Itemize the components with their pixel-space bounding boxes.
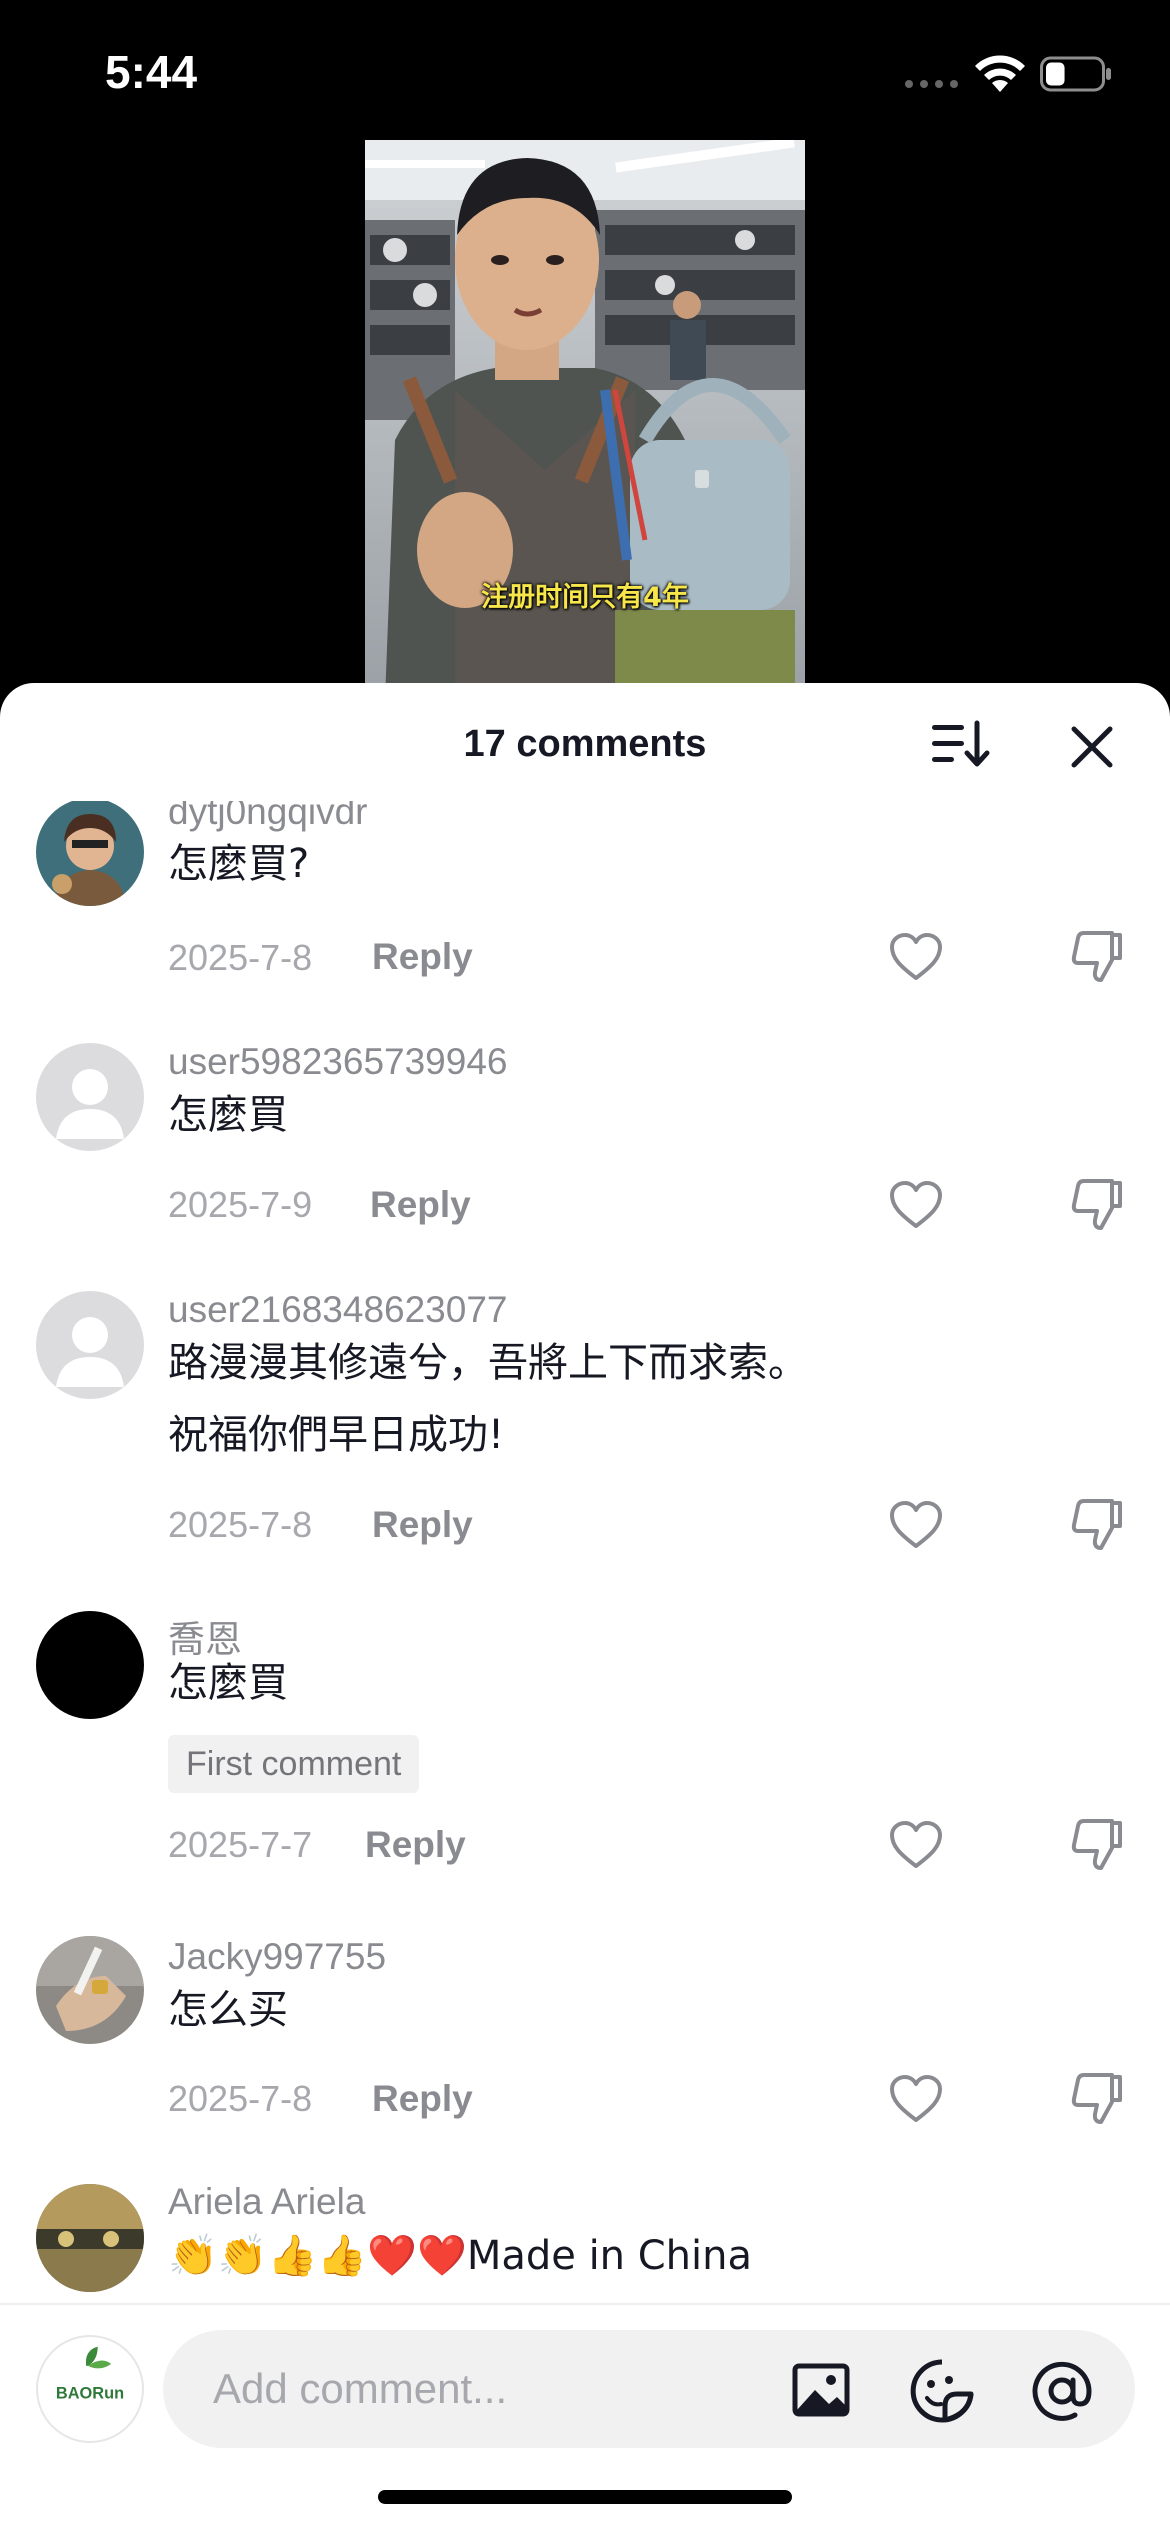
reply-button[interactable]: Reply xyxy=(372,1504,473,1546)
first-comment-badge: First comment xyxy=(168,1735,420,1793)
comment-username[interactable]: Ariela Ariela xyxy=(168,2181,365,2223)
avatar[interactable] xyxy=(36,1611,144,1719)
status-bar: 5:44 xyxy=(0,0,1170,140)
status-time: 5:44 xyxy=(105,46,198,98)
video-frame xyxy=(365,140,805,700)
default-avatar-icon xyxy=(36,1291,144,1399)
home-indicator xyxy=(378,2490,792,2504)
comment-date: 2025-7-8 xyxy=(168,2078,313,2119)
comment-line: 路漫漫其修遠兮，吾將上下而求索。 xyxy=(168,1340,808,1386)
comment-line: 怎麼買 xyxy=(168,1092,288,1138)
dislike-icon[interactable] xyxy=(1068,2070,1124,2126)
heart-icon[interactable] xyxy=(888,2073,944,2125)
landscape-avatar-icon xyxy=(36,2184,144,2292)
avatar[interactable] xyxy=(36,1291,144,1399)
video-caption: 注册时间只有4年 xyxy=(481,582,689,613)
comment-date: 2025-7-8 xyxy=(168,1504,313,1545)
mention-icon[interactable] xyxy=(1029,2358,1095,2424)
ring-photo-avatar-icon xyxy=(36,1936,144,2044)
comment-text: 怎么买 xyxy=(168,1974,288,2046)
comment-date: 2025-7-8 xyxy=(168,937,313,978)
comment-text: 怎麼買 xyxy=(168,1647,288,1719)
dislike-icon[interactable] xyxy=(1068,1496,1124,1552)
comment-date: 2025-7-9 xyxy=(168,1184,313,1225)
sticker-emoji-icon[interactable] xyxy=(909,2358,975,2424)
avatar[interactable] xyxy=(36,1043,144,1151)
heart-icon[interactable] xyxy=(888,1819,944,1871)
image-icon[interactable] xyxy=(791,2362,851,2418)
avatar[interactable] xyxy=(36,2184,144,2292)
comment-username[interactable]: user5982365739946 xyxy=(168,1041,508,1083)
cartoon-avatar-icon xyxy=(36,801,144,906)
comment-text: 怎麼買 xyxy=(168,1079,288,1151)
comment-text: 怎麼買? xyxy=(168,828,309,900)
reply-button[interactable]: Reply xyxy=(372,936,473,978)
comment-line: 怎么买 xyxy=(168,1987,288,2033)
default-avatar-icon xyxy=(36,1043,144,1151)
comment-text: 👏👏👍👍❤️❤️Made in China xyxy=(168,2220,752,2292)
comments-sheet: 17 comments dytj0ngqivdr 怎麼買? 2025-7-8 R… xyxy=(0,683,1170,2532)
sort-icon[interactable] xyxy=(930,719,990,771)
comments-count-title: 17 comments xyxy=(463,723,707,765)
black-avatar-icon xyxy=(36,1611,144,1719)
avatar[interactable] xyxy=(36,1936,144,2044)
reply-button[interactable]: Reply xyxy=(370,1184,471,1226)
wifi-icon xyxy=(975,55,1025,92)
dislike-icon[interactable] xyxy=(1068,1816,1124,1872)
battery-icon xyxy=(1040,56,1111,92)
comment-line: 怎麼買 xyxy=(168,1660,288,1706)
dislike-icon[interactable] xyxy=(1068,928,1124,984)
close-icon[interactable] xyxy=(1068,723,1116,771)
heart-icon[interactable] xyxy=(888,931,944,983)
avatar-logo-text: BAORun xyxy=(56,2385,124,2403)
comment-line: 怎麼買? xyxy=(168,841,310,887)
avatar[interactable] xyxy=(36,801,144,906)
my-avatar[interactable]: BAORun xyxy=(36,2335,144,2443)
cellular-signal-icon xyxy=(905,80,958,88)
heart-icon[interactable] xyxy=(888,1499,944,1551)
reply-button[interactable]: Reply xyxy=(365,1824,466,1866)
reply-button[interactable]: Reply xyxy=(372,2078,473,2120)
add-comment-input[interactable] xyxy=(213,2330,733,2448)
baorun-logo-icon: BAORun xyxy=(56,2346,124,2403)
comment-line: 祝福你們早日成功! xyxy=(168,1412,505,1458)
dislike-icon[interactable] xyxy=(1068,1176,1124,1232)
video-player[interactable]: 注册时间只有4年 xyxy=(365,140,805,700)
comments-list[interactable]: dytj0ngqivdr 怎麼買? 2025-7-8 Reply user598… xyxy=(0,801,1170,2304)
comment-composer: BAORun xyxy=(0,2303,1170,2532)
comments-header: 17 comments xyxy=(0,683,1170,801)
comment-text: 路漫漫其修遠兮，吾將上下而求索。 祝福你們早日成功! xyxy=(168,1327,808,1471)
comment-input-container[interactable] xyxy=(163,2330,1135,2448)
comment-username[interactable]: user2168348623077 xyxy=(168,1289,508,1331)
heart-icon[interactable] xyxy=(888,1179,944,1231)
comment-username[interactable]: Jacky997755 xyxy=(168,1936,386,1978)
comment-line: 👏👏👍👍❤️❤️Made in China xyxy=(168,2233,753,2279)
comment-date: 2025-7-7 xyxy=(168,1824,313,1865)
